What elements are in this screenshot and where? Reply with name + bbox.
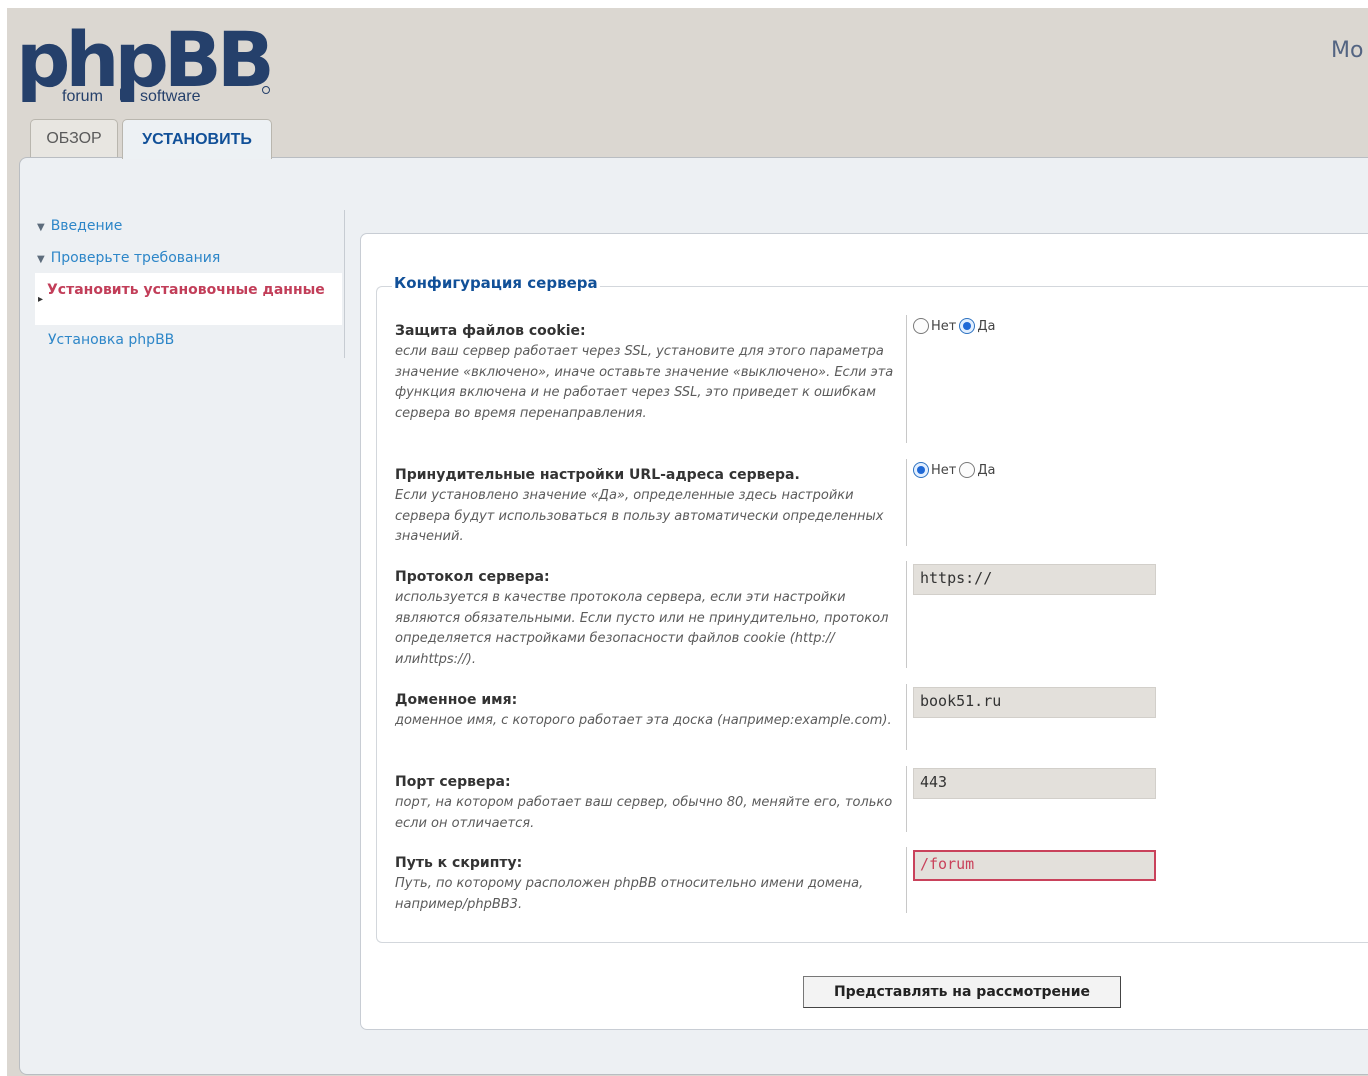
radio-label-yes: Да [977,462,996,478]
sidebar-item-label: Установить установочные данные [47,282,325,298]
radio-label-no: Нет [931,318,957,334]
server-protocol-label: Протокол сервера: [395,569,550,585]
radio-label-no: Нет [931,462,957,478]
submit-button[interactable]: Представлять на рассмотрение [803,976,1121,1008]
row-divider [906,561,907,668]
row-divider [906,847,907,913]
sidebar-item-label: Введение [50,218,123,234]
cookie-secure-yes-radio[interactable] [959,318,976,334]
sidebar-item-install-data[interactable]: ▸ Установить установочные данные [35,273,342,325]
phpbb-logo[interactable]: phpBB forum software [16,14,276,109]
row-divider [906,766,907,832]
force-server-vars-yes-radio[interactable] [959,462,976,478]
phpbb-logo-graphic: phpBB forum software [16,15,275,105]
row-divider [906,315,907,443]
server-name-label: Доменное имя: [395,692,518,708]
server-protocol-description: используется в качестве протокола сервер… [395,590,889,667]
force-server-vars-radio-group: Нет Да [913,462,998,478]
chevron-down-icon: ▼ [37,222,45,233]
sidebar-item-requirements[interactable]: ▼ Проверьте требования [37,250,220,266]
logo-tagline-software: software [140,88,201,105]
server-port-label: Порт сервера: [395,774,511,790]
server-name-description: доменное имя, с которого работает эта до… [395,713,892,728]
fieldset-legend: Конфигурация сервера [392,274,600,292]
sidebar-item-introduction[interactable]: ▼ Введение [37,218,122,234]
row-divider [906,684,907,750]
tab-overview[interactable]: ОБЗОР [30,119,118,157]
force-server-vars-no-radio[interactable] [913,462,929,478]
script-path-input[interactable]: /forum [913,850,1156,881]
cookie-secure-description: если ваш сервер работает через SSL, уста… [395,344,894,421]
chevron-down-icon: ▼ [37,254,45,265]
cookie-secure-radio-group: Нет Да [913,318,998,334]
server-port-input[interactable]: 443 [913,768,1156,799]
server-port-description: порт, на котором работает ваш сервер, об… [395,795,893,831]
header-truncated-text: Mo [1331,38,1364,63]
radio-label-yes: Да [977,318,996,334]
script-path-description: Путь, по которому расположен phpBB относ… [395,876,864,912]
row-divider [906,459,907,546]
chevron-right-icon: ▸ [38,294,44,305]
script-path-label: Путь к скрипту: [395,855,523,871]
server-name-input[interactable]: book51.ru [913,687,1156,718]
cookie-secure-label: Защита файлов cookie: [395,323,586,339]
force-server-vars-label: Принудительные настройки URL-адреса серв… [395,467,800,483]
force-server-vars-description: Если установлено значение «Да», определе… [395,488,884,544]
sidebar-menu: ▼ Введение ▼ Проверьте требования ▸ Устано… [19,210,345,358]
server-protocol-input[interactable]: https:// [913,564,1156,595]
sidebar-item-label: Проверьте требования [50,250,221,266]
logo-tagline-forum: forum [62,88,103,105]
sidebar-item-install-phpbb[interactable]: Установка phpBB [48,332,174,348]
sidebar-item-label: Установка phpBB [48,332,175,348]
tab-install[interactable]: УСТАНОВИТЬ [122,119,272,159]
cookie-secure-no-radio[interactable] [913,318,929,334]
